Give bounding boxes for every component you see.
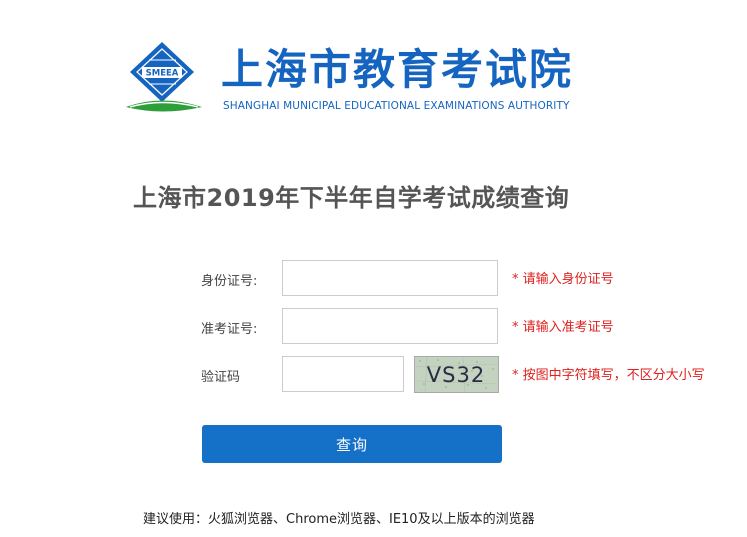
id-number-hint: * 请输入身份证号 — [512, 272, 614, 287]
captcha-noise-icon: VS32 — [415, 357, 498, 392]
query-button[interactable]: 查询 — [202, 425, 502, 463]
captcha-row: 验证码 VS32 * 按图中字符填写，不区分大小写 — [0, 356, 747, 394]
admission-number-input[interactable] — [282, 308, 498, 344]
captcha-text: VS32 — [427, 363, 485, 387]
site-header: SMEEA 上海市教育考试院 SHANGHAI MUNICIPAL EDUCAT… — [124, 40, 584, 120]
browser-recommendation: 建议使用：火狐浏览器、Chrome浏览器、IE10及以上版本的浏览器 — [143, 512, 535, 527]
page-title: 上海市2019年下半年自学考试成绩查询 — [133, 184, 570, 212]
smeea-logo-icon: SMEEA — [126, 42, 202, 112]
captcha-image[interactable]: VS32 — [414, 356, 499, 393]
id-number-input[interactable] — [282, 260, 498, 296]
org-name-en: SHANGHAI MUNICIPAL EDUCATIONAL EXAMINATI… — [223, 100, 570, 112]
captcha-input[interactable] — [282, 356, 404, 392]
id-number-row: 身份证号: * 请输入身份证号 — [0, 260, 747, 298]
captcha-hint: * 按图中字符填写，不区分大小写 — [512, 368, 705, 383]
admission-number-row: 准考证号: * 请输入准考证号 — [0, 308, 747, 346]
id-number-label: 身份证号: — [201, 274, 258, 289]
org-name: 上海市教育考试院 — [221, 45, 574, 94]
admission-number-label: 准考证号: — [201, 322, 258, 337]
captcha-label: 验证码 — [201, 370, 241, 385]
admission-number-hint: * 请输入准考证号 — [512, 320, 614, 335]
logo-text: SMEEA — [146, 69, 179, 79]
